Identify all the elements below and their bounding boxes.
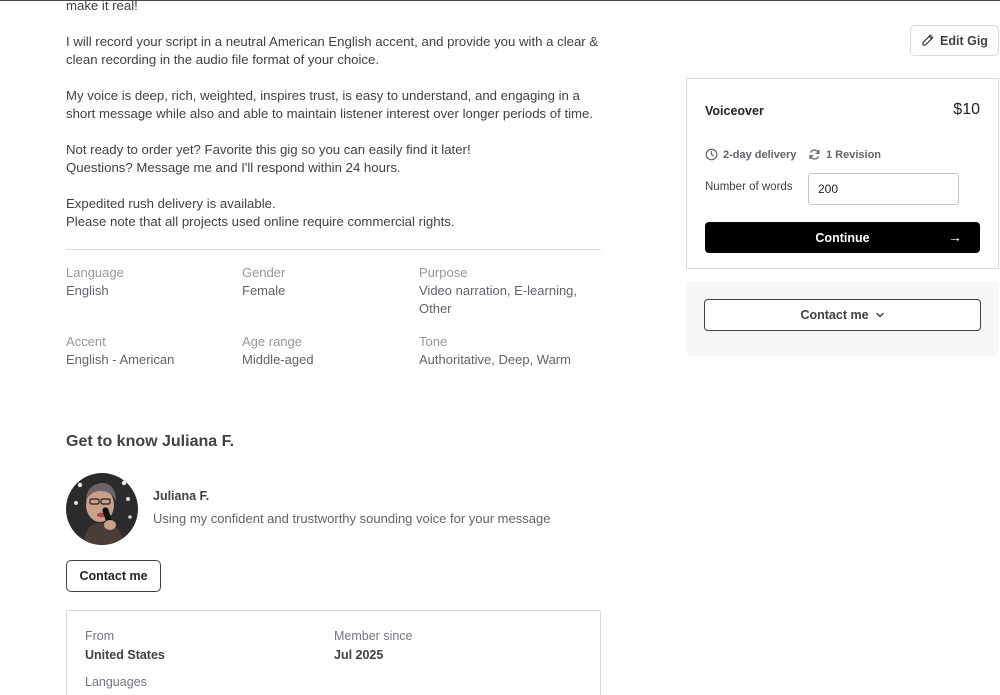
number-of-words-label: Number of words [705,181,793,193]
delivery-time: 2-day delivery [705,148,796,161]
attribute-gender: Gender Female [242,264,412,300]
from-value: United States [85,648,165,662]
seller-tagline: Using my confident and trustworthy sound… [153,511,551,526]
about-seller-title: Get to know Juliana F. [66,433,235,450]
attribute-label: Age range [242,334,302,349]
attribute-tone: Tone Authoritative, Deep, Warm [419,333,589,369]
description-paragraph: Expedited rush delivery is available. Ple… [66,196,455,229]
refresh-icon [808,148,821,161]
edit-gig-label: Edit Gig [940,33,988,48]
package-price: $10 [953,101,980,118]
attribute-value: Authoritative, Deep, Warm [419,352,571,367]
seller-info-box: From United States Member since Jul 2025… [66,610,601,695]
pencil-icon [921,34,934,47]
avatar[interactable] [66,473,138,545]
description-paragraph: I will record your script in a neutral A… [66,34,599,67]
attribute-label: Accent [66,334,106,349]
contact-me-label: Contact me [800,308,869,322]
package-card: Voiceover $10 2-day delivery 1 Revision … [686,78,999,269]
description-paragraph: My voice is deep, rich, weighted, inspir… [66,88,594,121]
number-of-words-input[interactable] [808,173,959,205]
avatar-image [66,473,138,545]
continue-button[interactable]: Continue → [705,222,980,253]
contact-panel: Contact me [686,281,999,356]
description-paragraph: Not ready to order yet? Favorite this gi… [66,142,471,175]
clock-icon [705,148,718,161]
attribute-value: Middle-aged [242,352,314,367]
delivery-text: 2-day delivery [723,148,797,161]
attribute-value: Video narration, E-learning, [419,283,578,298]
chevron-down-icon [875,310,885,320]
attribute-value: Other [419,301,452,316]
contact-me-dropdown-button[interactable]: Contact me [704,299,981,331]
edit-gig-button[interactable]: Edit Gig [910,25,999,56]
attribute-purpose: Purpose Video narration, E-learning, Oth… [419,264,589,318]
from-label: From [85,629,115,643]
package-name: Voiceover [705,104,764,118]
contact-me-button[interactable]: Contact me [66,560,161,592]
description-paragraph: make it real! [66,0,138,13]
attribute-label: Purpose [419,265,468,280]
attribute-label: Tone [419,334,448,349]
continue-label: Continue [815,230,870,245]
seller-name[interactable]: Juliana F. [153,489,209,503]
arrow-right-icon: → [948,229,962,245]
attribute-language: Language English [66,264,236,300]
revisions-text: 1 Revision [826,148,882,161]
attribute-value: Female [242,283,286,298]
revisions: 1 Revision [808,148,881,161]
attribute-label: Gender [242,265,286,280]
attribute-value: English [66,283,109,298]
section-divider [66,249,601,250]
attribute-label: Language [66,265,124,280]
member-since-value: Jul 2025 [334,648,384,662]
languages-label: Languages [85,675,147,689]
attribute-age-range: Age range Middle-aged [242,333,412,369]
attribute-accent: Accent English - American [66,333,236,369]
member-since-label: Member since [334,629,413,643]
attribute-value: English - American [66,352,175,367]
gig-description: make it real! I will record your script … [66,0,606,249]
